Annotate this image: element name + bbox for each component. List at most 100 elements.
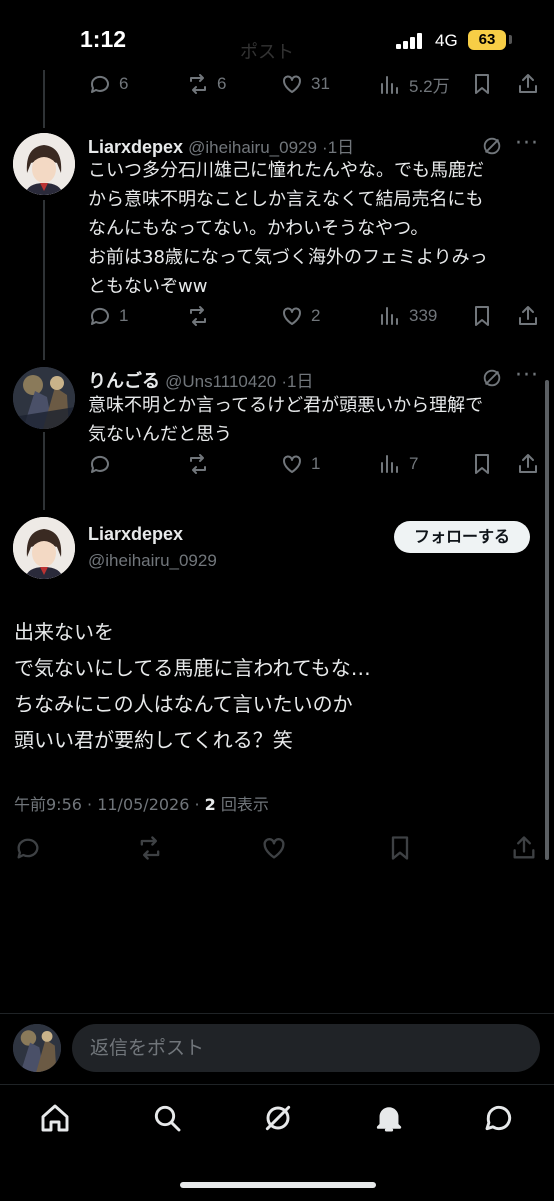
tab-messages[interactable] [483, 1102, 515, 1138]
home-indicator [180, 1182, 376, 1188]
share-button[interactable] [516, 72, 540, 96]
views-button[interactable]: 7 [378, 452, 418, 476]
repost-icon [140, 836, 160, 860]
views-icon [381, 307, 398, 325]
share-icon [519, 74, 537, 93]
grok-icon[interactable] [481, 135, 503, 157]
views-count: 339 [409, 306, 438, 325]
repost-icon [190, 74, 206, 94]
repost-icon [190, 306, 206, 326]
post-actions: 1 2 339 [88, 304, 548, 340]
share-button[interactable] [516, 452, 540, 476]
bookmark-button[interactable] [470, 304, 494, 328]
repost-button[interactable]: 6 [186, 72, 226, 96]
like-button[interactable]: 31 [280, 72, 330, 96]
bookmark-button[interactable] [470, 72, 494, 96]
bookmark-icon [391, 836, 409, 860]
user-handle[interactable]: @iheihairu_0929 [88, 551, 217, 571]
reply-button[interactable]: 1 [88, 304, 128, 328]
like-count: 2 [311, 306, 321, 325]
status-time: 1:12 [80, 26, 127, 52]
follow-button[interactable]: フォローする [394, 521, 530, 553]
post-age: ·1日 [322, 138, 355, 157]
like-count: 1 [311, 454, 321, 473]
views-icon [381, 75, 398, 94]
share-button[interactable] [516, 304, 540, 328]
network-label: 4G [435, 31, 458, 50]
reply-icon [17, 838, 39, 859]
user-handle[interactable]: @iheihairu_0929 [188, 138, 317, 157]
post-timestamp: 午前9:56 · 11/05/2026 · [14, 795, 205, 814]
reply-button[interactable] [88, 452, 119, 476]
thread-line [43, 70, 45, 128]
like-button[interactable]: 2 [280, 304, 320, 328]
avatar[interactable] [13, 367, 75, 429]
main-post-text: 出来ないを で気ないにしてる馬鹿に言われてもな… ちなみにこの人はなんて言いたい… [14, 620, 371, 752]
reply-count: 1 [119, 306, 129, 325]
more-options-button[interactable]: ··· [515, 131, 539, 156]
share-icon [513, 836, 535, 859]
display-name[interactable]: Liarxdepex [88, 524, 183, 545]
views-icon [381, 455, 398, 473]
user-handle[interactable]: @Uns1110420 [165, 372, 276, 391]
reply-icon [90, 307, 109, 325]
bookmark-button[interactable] [386, 834, 414, 862]
post-text: こいつ多分石川雄己に憧れたんやな。でも馬鹿だ から意味不明なことしか言えなくて結… [88, 160, 488, 297]
repost-button[interactable] [136, 834, 164, 862]
search-icon [154, 1105, 181, 1132]
home-icon [41, 1104, 69, 1132]
views-button[interactable]: 5.2万 [378, 72, 450, 97]
like-button[interactable] [260, 834, 288, 862]
reply-icon [90, 75, 109, 93]
grok-icon[interactable] [481, 367, 503, 389]
like-icon [263, 838, 285, 859]
tab-home[interactable] [39, 1102, 71, 1138]
repost-button[interactable] [186, 452, 217, 476]
avatar[interactable] [13, 517, 75, 579]
reply-button[interactable] [14, 834, 42, 862]
reply-icon [90, 455, 109, 473]
tab-search[interactable] [151, 1102, 183, 1138]
views-count: 5.2万 [409, 77, 450, 96]
status-bar: 1:12 ポスト 4G 63 [0, 0, 554, 70]
more-options-button[interactable]: ··· [515, 363, 539, 388]
reply-count: 6 [119, 74, 129, 93]
views-label: 回表示 [215, 795, 269, 814]
header-title: ポスト [240, 42, 294, 62]
post-actions: 1 7 [88, 452, 548, 488]
repost-button[interactable] [186, 304, 217, 328]
messages-icon [485, 1105, 512, 1131]
scrollbar[interactable] [545, 380, 549, 860]
battery-tip [509, 35, 512, 44]
post-text: 意味不明とか言ってるけど君が頭悪いから理解で 気ないんだと思う [88, 395, 484, 445]
share-icon [519, 454, 537, 473]
bookmark-icon [475, 74, 489, 94]
bookmark-button[interactable] [470, 452, 494, 476]
like-button[interactable]: 1 [280, 452, 320, 476]
views-button[interactable]: 339 [378, 304, 437, 328]
like-count: 31 [311, 74, 330, 93]
tab-grok[interactable] [262, 1102, 294, 1138]
reply-input[interactable]: 返信をポスト [72, 1024, 540, 1072]
bookmark-icon [475, 306, 489, 326]
share-icon [519, 306, 537, 325]
reply-button[interactable]: 6 [88, 72, 128, 96]
post-meta: 午前9:56 · 11/05/2026 · 2 回表示 [14, 791, 269, 815]
thread-line [43, 432, 45, 510]
tab-notifications[interactable] [373, 1102, 405, 1138]
like-icon [283, 307, 301, 325]
bookmark-icon [475, 454, 489, 474]
display-name[interactable]: Liarxdepex [88, 137, 183, 157]
like-icon [283, 75, 301, 93]
post-header: りんごる @Uns1110420 ·1日 [88, 367, 508, 393]
views-count: 2 [204, 795, 216, 814]
avatar-image [13, 367, 75, 429]
avatar[interactable] [13, 133, 75, 195]
share-button[interactable] [510, 834, 538, 862]
display-name[interactable]: りんごる [88, 371, 160, 391]
main-post-actions [14, 834, 540, 870]
my-avatar[interactable] [13, 1024, 61, 1072]
repost-count: 6 [217, 74, 227, 93]
repost-icon [190, 454, 206, 474]
post-actions-top: 6 6 31 5.2万 [88, 72, 548, 108]
